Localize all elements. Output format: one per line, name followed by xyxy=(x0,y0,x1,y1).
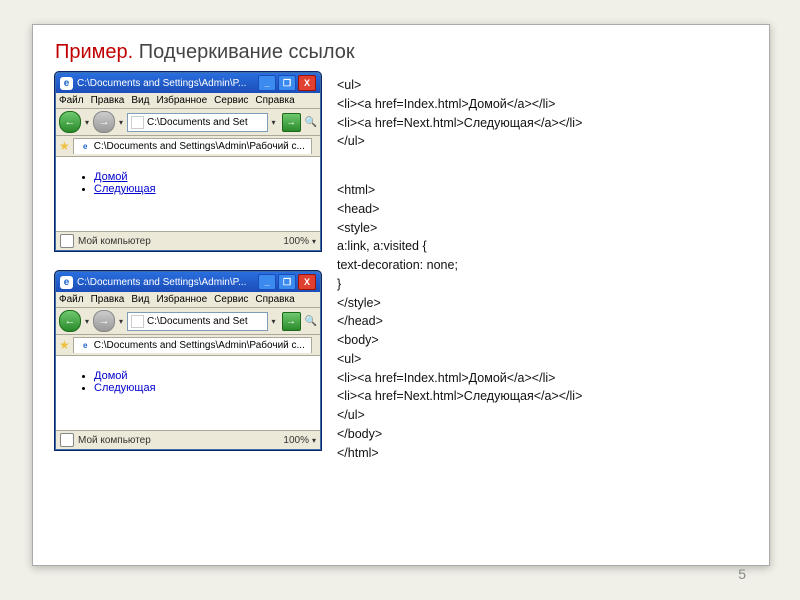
page-content-1: Домой Следующая xyxy=(56,157,320,231)
minimize-button[interactable]: _ xyxy=(258,75,276,91)
menu-tools[interactable]: Сервис xyxy=(214,294,248,305)
menubar: Файл Правка Вид Избранное Сервис Справка xyxy=(56,93,320,109)
titlebar: e C:\Documents and Settings\Admin\P... _… xyxy=(56,272,320,292)
status-text: Мой компьютер xyxy=(78,435,151,446)
tab-ie-icon: e xyxy=(80,340,91,351)
title-red: Пример. xyxy=(55,41,133,63)
nav-toolbar: ← ▾ → ▾ C:\Documents and Set ▾ → 🔍 xyxy=(56,109,320,136)
ie-icon: e xyxy=(60,276,73,289)
list-item: Домой xyxy=(94,171,300,183)
computer-icon xyxy=(60,234,74,248)
computer-icon xyxy=(60,433,74,447)
back-chevron-icon[interactable]: ▾ xyxy=(85,317,89,326)
go-button[interactable]: → xyxy=(282,312,301,331)
back-chevron-icon[interactable]: ▾ xyxy=(85,118,89,127)
menu-file[interactable]: Файл xyxy=(59,95,84,106)
close-button[interactable]: X xyxy=(298,75,316,91)
forward-button[interactable]: → xyxy=(93,111,115,133)
address-chevron-icon[interactable]: ▾ xyxy=(272,317,276,326)
titlebar: e C:\Documents and Settings\Admin\P... _… xyxy=(56,73,320,93)
tabbar: ★ e C:\Documents and Settings\Admin\Рабо… xyxy=(56,136,320,157)
menu-favorites[interactable]: Избранное xyxy=(156,95,207,106)
link-next[interactable]: Следующая xyxy=(94,183,156,195)
zoom-value: 100% xyxy=(283,236,309,247)
go-button[interactable]: → xyxy=(282,113,301,132)
zoom-control[interactable]: 100% ▾ xyxy=(283,236,316,247)
page-content-2: Домой Следующая xyxy=(56,356,320,430)
list-item: Домой xyxy=(94,370,300,382)
menu-edit[interactable]: Правка xyxy=(91,294,125,305)
window-title: C:\Documents and Settings\Admin\P... xyxy=(77,78,254,89)
back-button[interactable]: ← xyxy=(59,111,81,133)
address-bar[interactable]: C:\Documents and Set xyxy=(127,113,268,132)
code-block-2: <html> <head> <style> a:link, a:visited … xyxy=(337,181,747,462)
menu-favorites[interactable]: Избранное xyxy=(156,294,207,305)
address-bar[interactable]: C:\Documents and Set xyxy=(127,312,268,331)
tab-ie-icon: e xyxy=(80,141,91,152)
address-text: C:\Documents and Set xyxy=(147,117,248,128)
browser-window-1: e C:\Documents and Settings\Admin\P... _… xyxy=(55,72,321,251)
link-home[interactable]: Домой xyxy=(94,370,128,382)
close-button[interactable]: X xyxy=(298,274,316,290)
menu-view[interactable]: Вид xyxy=(131,294,149,305)
address-icon xyxy=(131,315,144,328)
title-rest: Подчеркивание ссылок xyxy=(139,41,355,63)
menu-help[interactable]: Справка xyxy=(255,294,294,305)
menu-tools[interactable]: Сервис xyxy=(214,95,248,106)
slide-title: Пример. Подчеркивание ссылок xyxy=(55,41,747,64)
zoom-chevron-icon: ▾ xyxy=(312,436,316,445)
zoom-value: 100% xyxy=(283,435,309,446)
tab-label: C:\Documents and Settings\Admin\Рабочий … xyxy=(94,340,305,351)
statusbar: Мой компьютер 100% ▾ xyxy=(56,430,320,449)
tab-label: C:\Documents and Settings\Admin\Рабочий … xyxy=(94,141,305,152)
forward-chevron-icon[interactable]: ▾ xyxy=(119,118,123,127)
tabbar: ★ e C:\Documents and Settings\Admin\Рабо… xyxy=(56,335,320,356)
address-icon xyxy=(131,116,144,129)
link-home[interactable]: Домой xyxy=(94,171,128,183)
window-buttons: _ ❐ X xyxy=(258,75,316,91)
statusbar: Мой компьютер 100% ▾ xyxy=(56,231,320,250)
slide-body: e C:\Documents and Settings\Admin\P... _… xyxy=(55,72,747,492)
code-block-1: <ul> <li><a href=Index.html>Домой</a></l… xyxy=(337,76,747,151)
favorites-star-icon[interactable]: ★ xyxy=(59,338,70,352)
list-item: Следующая xyxy=(94,382,300,394)
back-button[interactable]: ← xyxy=(59,310,81,332)
ie-icon: e xyxy=(60,77,73,90)
left-column: e C:\Documents and Settings\Admin\P... _… xyxy=(55,72,321,492)
nav-toolbar: ← ▾ → ▾ C:\Documents and Set ▾ → 🔍 xyxy=(56,308,320,335)
browser-window-2: e C:\Documents and Settings\Admin\P... _… xyxy=(55,271,321,450)
maximize-button[interactable]: ❐ xyxy=(278,75,296,91)
browser-tab[interactable]: e C:\Documents and Settings\Admin\Рабочи… xyxy=(73,138,312,154)
menu-edit[interactable]: Правка xyxy=(91,95,125,106)
link-next[interactable]: Следующая xyxy=(94,382,156,394)
forward-button[interactable]: → xyxy=(93,310,115,332)
menu-file[interactable]: Файл xyxy=(59,294,84,305)
window-title: C:\Documents and Settings\Admin\P... xyxy=(77,277,254,288)
zoom-control[interactable]: 100% ▾ xyxy=(283,435,316,446)
address-text: C:\Documents and Set xyxy=(147,316,248,327)
window-buttons: _ ❐ X xyxy=(258,274,316,290)
maximize-button[interactable]: ❐ xyxy=(278,274,296,290)
minimize-button[interactable]: _ xyxy=(258,274,276,290)
page-number: 5 xyxy=(738,566,746,582)
browser-tab[interactable]: e C:\Documents and Settings\Admin\Рабочи… xyxy=(73,337,312,353)
menubar: Файл Правка Вид Избранное Сервис Справка xyxy=(56,292,320,308)
right-column: <ul> <li><a href=Index.html>Домой</a></l… xyxy=(337,72,747,492)
menu-help[interactable]: Справка xyxy=(255,95,294,106)
slide: Пример. Подчеркивание ссылок e C:\Docume… xyxy=(32,24,770,566)
zoom-chevron-icon: ▾ xyxy=(312,237,316,246)
favorites-star-icon[interactable]: ★ xyxy=(59,139,70,153)
list-item: Следующая xyxy=(94,183,300,195)
address-chevron-icon[interactable]: ▾ xyxy=(272,118,276,127)
menu-view[interactable]: Вид xyxy=(131,95,149,106)
search-icon[interactable]: 🔍 xyxy=(305,117,317,128)
forward-chevron-icon[interactable]: ▾ xyxy=(119,317,123,326)
search-icon[interactable]: 🔍 xyxy=(305,316,317,327)
status-text: Мой компьютер xyxy=(78,236,151,247)
